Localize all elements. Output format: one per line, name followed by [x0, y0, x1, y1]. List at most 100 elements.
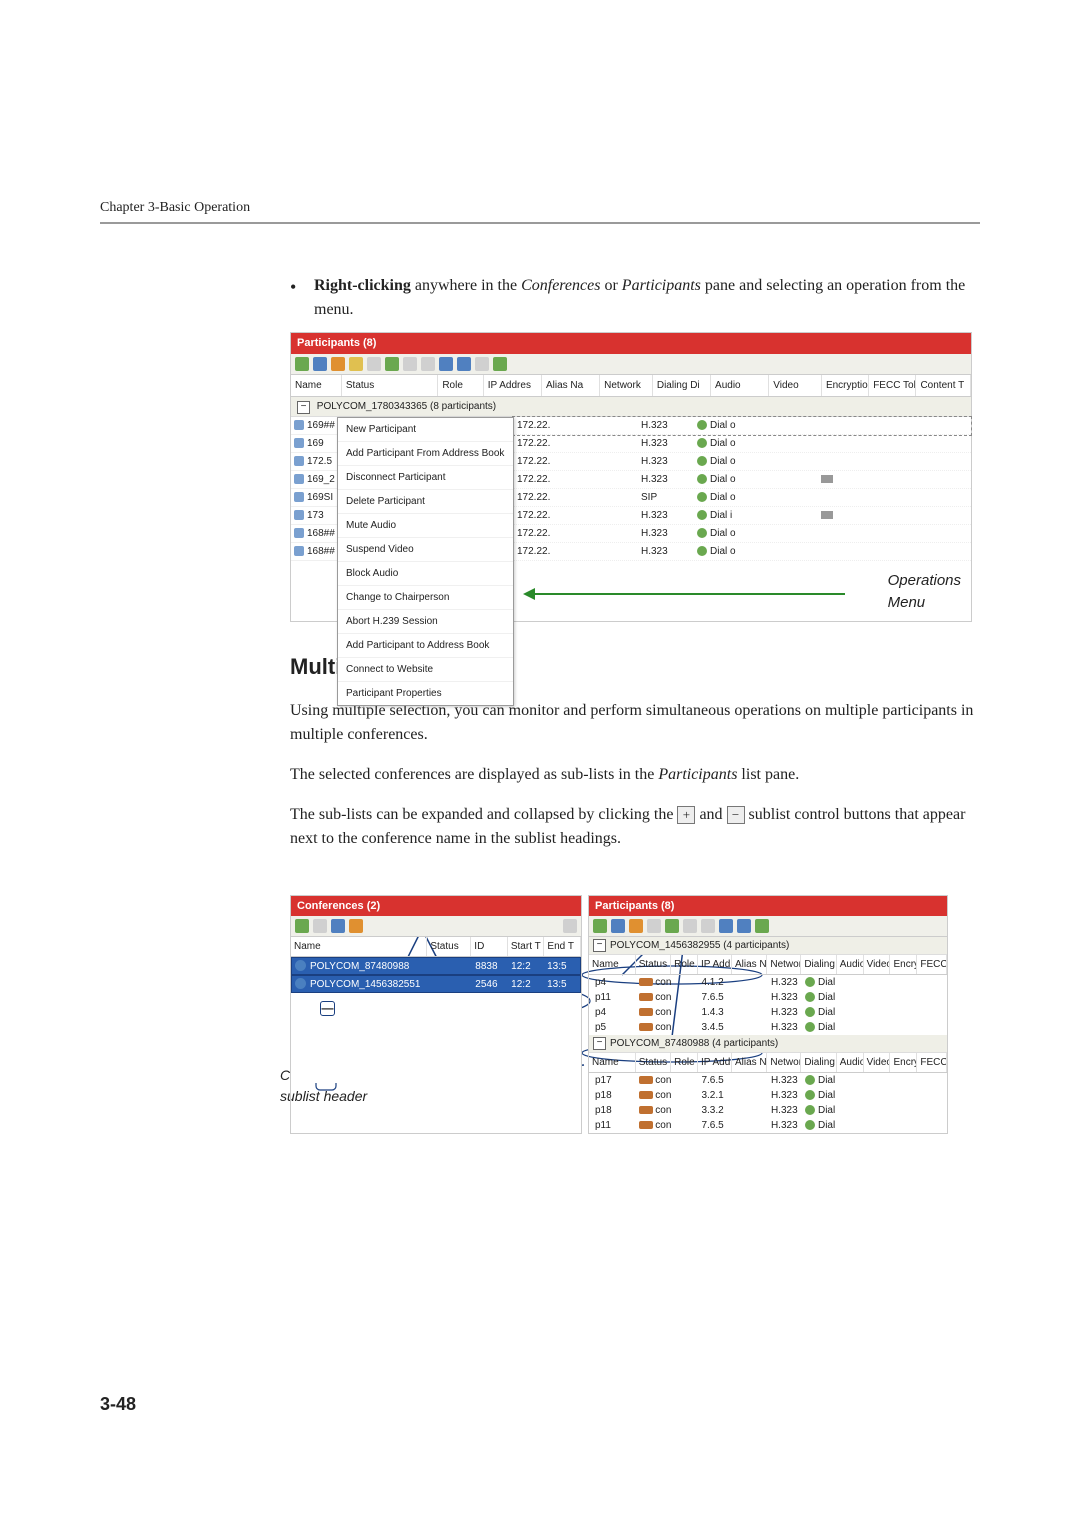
menu-add-to-book[interactable]: Add Participant to Address Book: [338, 634, 513, 658]
col-name[interactable]: Name: [291, 375, 342, 396]
toolbar-icon[interactable]: [403, 357, 417, 371]
col-network[interactable]: Network: [767, 955, 801, 974]
col-start[interactable]: Start T: [508, 937, 545, 956]
col-status[interactable]: Status: [342, 375, 438, 396]
toolbar-icon[interactable]: [493, 357, 507, 371]
menu-delete[interactable]: Delete Participant: [338, 490, 513, 514]
conference-row[interactable]: POLYCOM_87480988 8838 12:2 13:5: [291, 957, 581, 975]
table-row[interactable]: 169##: [291, 417, 337, 435]
toolbar-icon[interactable]: [737, 919, 751, 933]
col-dialing[interactable]: Dialing D: [801, 955, 836, 974]
table-row[interactable]: p17conn7.6.5H.323Dial: [589, 1073, 947, 1088]
col-name[interactable]: Name: [291, 937, 427, 956]
toolbar-icon[interactable]: [701, 919, 715, 933]
col-status[interactable]: Status: [427, 937, 471, 956]
toolbar-icon[interactable]: [563, 919, 577, 933]
collapse-icon[interactable]: −: [593, 939, 606, 952]
toolbar-icon[interactable]: [629, 919, 643, 933]
toolbar-icon[interactable]: [647, 919, 661, 933]
collapse-icon[interactable]: −: [593, 1037, 606, 1050]
table-row[interactable]: 172.22. H.323 Dial o: [513, 543, 971, 561]
col-role[interactable]: Role: [438, 375, 483, 396]
toolbar-icon[interactable]: [421, 357, 435, 371]
toolbar-icon[interactable]: [475, 357, 489, 371]
table-row[interactable]: 172.22. SIP Dial o: [513, 489, 971, 507]
col-name[interactable]: Name: [589, 955, 636, 974]
toolbar-icon[interactable]: [331, 919, 345, 933]
toolbar-icon[interactable]: [313, 919, 327, 933]
col-ip[interactable]: IP Add: [698, 955, 732, 974]
table-row[interactable]: 168##: [291, 525, 337, 543]
col-role[interactable]: Role: [671, 955, 698, 974]
col-audio[interactable]: Audio: [837, 1053, 864, 1072]
col-status[interactable]: Status: [636, 955, 671, 974]
toolbar-icon[interactable]: [295, 357, 309, 371]
toolbar-icon[interactable]: [331, 357, 345, 371]
col-content[interactable]: Content T: [916, 375, 971, 396]
table-row[interactable]: p4conn1.4.3H.323Dial: [589, 1005, 947, 1020]
table-row[interactable]: p5conn3.4.5H.323Dial: [589, 1020, 947, 1035]
menu-mute-audio[interactable]: Mute Audio: [338, 514, 513, 538]
table-row[interactable]: 168##: [291, 543, 337, 561]
menu-connect-website[interactable]: Connect to Website: [338, 658, 513, 682]
toolbar-icon[interactable]: [313, 357, 327, 371]
menu-disconnect[interactable]: Disconnect Participant: [338, 466, 513, 490]
toolbar-icon[interactable]: [349, 357, 363, 371]
sublist-header[interactable]: − POLYCOM_1456382955 (4 participants): [589, 937, 947, 955]
toolbar-icon[interactable]: [439, 357, 453, 371]
col-alias[interactable]: Alias Na: [732, 1053, 767, 1072]
table-row[interactable]: p4conn4.1.2H.323Dial: [589, 975, 947, 990]
col-role[interactable]: Role: [671, 1053, 698, 1072]
col-fecc[interactable]: FECC T: [917, 1053, 947, 1072]
col-audio[interactable]: Audio: [711, 375, 769, 396]
col-encryption[interactable]: Encryptio: [822, 375, 869, 396]
table-row[interactable]: 173: [291, 507, 337, 525]
table-row[interactable]: 169: [291, 435, 337, 453]
col-video[interactable]: Video: [864, 955, 891, 974]
toolbar-icon[interactable]: [593, 919, 607, 933]
toolbar-icon[interactable]: [295, 919, 309, 933]
toolbar-icon[interactable]: [755, 919, 769, 933]
table-row[interactable]: 172.22. H.323 Dial o: [513, 525, 971, 543]
menu-block-audio[interactable]: Block Audio: [338, 562, 513, 586]
col-dialing[interactable]: Dialing D: [801, 1053, 836, 1072]
toolbar-icon[interactable]: [457, 357, 471, 371]
col-dialing[interactable]: Dialing Di: [653, 375, 711, 396]
col-end[interactable]: End T: [544, 937, 581, 956]
col-encryp[interactable]: Encryp: [890, 955, 917, 974]
sublist-header[interactable]: − POLYCOM_87480988 (4 participants): [589, 1035, 947, 1053]
col-ip[interactable]: IP Add: [698, 1053, 732, 1072]
toolbar-icon[interactable]: [683, 919, 697, 933]
col-id[interactable]: ID: [471, 937, 508, 956]
col-encryp[interactable]: Encryp: [890, 1053, 917, 1072]
toolbar-icon[interactable]: [385, 357, 399, 371]
table-row[interactable]: 169_2: [291, 471, 337, 489]
table-row[interactable]: p11conn7.6.5H.323Dial: [589, 990, 947, 1005]
table-row[interactable]: 172.5: [291, 453, 337, 471]
col-video[interactable]: Video: [769, 375, 822, 396]
col-alias[interactable]: Alias Na: [732, 955, 767, 974]
col-status[interactable]: Status: [636, 1053, 671, 1072]
table-row[interactable]: p18conn3.3.2H.323Dial: [589, 1103, 947, 1118]
table-row[interactable]: 172.22. H.323 Dial o: [513, 417, 971, 435]
col-fecc[interactable]: FECC Tok: [869, 375, 916, 396]
col-video[interactable]: Video: [864, 1053, 891, 1072]
toolbar-icon[interactable]: [367, 357, 381, 371]
menu-abort-h239[interactable]: Abort H.239 Session: [338, 610, 513, 634]
toolbar-icon[interactable]: [611, 919, 625, 933]
table-row[interactable]: 172.22. H.323 Dial o: [513, 471, 971, 489]
toolbar-icon[interactable]: [719, 919, 733, 933]
menu-properties[interactable]: Participant Properties: [338, 682, 513, 705]
collapse-icon[interactable]: −: [297, 401, 310, 414]
toolbar-icon[interactable]: [349, 919, 363, 933]
table-row[interactable]: 172.22. H.323 Dial o: [513, 435, 971, 453]
col-name[interactable]: Name: [589, 1053, 636, 1072]
col-network[interactable]: Network: [600, 375, 653, 396]
conference-row[interactable]: POLYCOM_1456382551 2546 12:2 13:5: [291, 975, 581, 993]
table-row[interactable]: 169SI: [291, 489, 337, 507]
table-row[interactable]: 172.22. H.323 Dial i: [513, 507, 971, 525]
menu-chairperson[interactable]: Change to Chairperson: [338, 586, 513, 610]
menu-new-participant[interactable]: New Participant: [338, 418, 513, 442]
table-row[interactable]: p11conn7.6.5H.323Dial: [589, 1118, 947, 1133]
col-alias[interactable]: Alias Na: [542, 375, 600, 396]
